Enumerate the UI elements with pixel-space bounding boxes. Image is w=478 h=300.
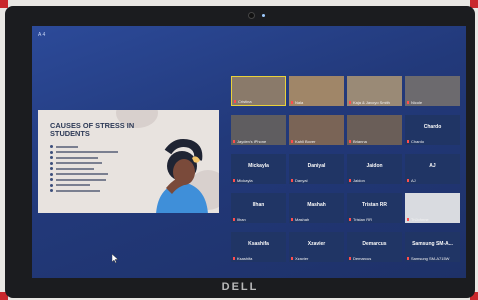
participant-center-name: Demarcus [362, 241, 387, 247]
bullet-text-blur [56, 184, 90, 187]
participant-name-label: Samsung SM-A715W [407, 256, 449, 261]
participant-name-label: Demarcus [349, 256, 371, 261]
participant-name-label: Mickayla [233, 178, 253, 183]
participant-tile[interactable]: Daniyal Danyal [289, 154, 344, 184]
participant-center-name: Samsung SM-A... [412, 241, 453, 247]
bullet-dot-icon [50, 189, 53, 193]
participant-tile[interactable]: Kaja & Javoyo Smith [347, 76, 402, 106]
participant-tile[interactable]: Ksashifa Ksashifa [231, 232, 286, 262]
participant-center-name: Chardo [423, 124, 442, 130]
bullet-text-blur [56, 173, 108, 176]
bullet-dot-icon [50, 145, 53, 149]
participant-tile[interactable]: Mickayla Mickayla [231, 154, 286, 184]
participant-name-label: Jayden's iPhone [233, 139, 266, 144]
participant-tile[interactable]: Ilhan Ilhan [231, 193, 286, 223]
participant-grid: Cristina Nala Kaja & Javoyo Smith Nicole Jay… [231, 76, 463, 272]
participant-name-label: Xzavier [291, 256, 308, 261]
participant-name-label: Tristan RR [349, 217, 372, 222]
participant-center-name: Daniyal [307, 163, 326, 169]
slide-bullet [50, 188, 118, 194]
participant-tile[interactable]: Tristan RR Tristan RR [347, 193, 402, 223]
participant-name-label: Danyal [291, 178, 307, 183]
participant-name-label: Ilhan [233, 217, 246, 222]
slide-title: CAUSES OF STRESS IN STUDENTS [50, 121, 135, 138]
participant-tile[interactable]: AJ AJ [405, 154, 460, 184]
slide-bullet-list [50, 144, 118, 194]
participant-tile[interactable]: TriJohnne [405, 193, 460, 223]
participant-name-label: Ksashifa [233, 256, 252, 261]
participant-center-name: Xzavier [307, 241, 326, 247]
participant-tile[interactable]: Nicole [405, 76, 460, 106]
dell-logo: DELL [221, 281, 259, 293]
laptop: A 4 CAUSES OF STRESS IN STUDENTS Cristin… [5, 6, 475, 298]
stressed-student-illustration [156, 139, 208, 213]
bullet-dot-icon [50, 161, 53, 165]
participant-name-label: Cristina [234, 99, 252, 104]
participant-name-label: Mashah [291, 217, 309, 222]
participant-tile[interactable]: Kahli Bover [289, 115, 344, 145]
participant-center-name: Mashah [307, 202, 326, 208]
participant-center-name: Mickayla [248, 163, 269, 169]
bullet-text-blur [56, 167, 94, 170]
participant-center-name: Ilhan [252, 202, 265, 208]
bullet-text-blur [56, 145, 78, 148]
bullet-text-blur [56, 178, 106, 181]
bullet-dot-icon [50, 183, 53, 187]
participant-name-label: Nala [291, 100, 303, 105]
participant-tile[interactable]: Xzavier Xzavier [289, 232, 344, 262]
meeting-top-label: A 4 [38, 32, 46, 38]
participant-tile[interactable]: Demarcus Demarcus [347, 232, 402, 262]
participant-name-label: Kaja & Javoyo Smith [349, 100, 390, 105]
participant-tile[interactable]: Jaidon Jaidon [347, 154, 402, 184]
laptop-screen: A 4 CAUSES OF STRESS IN STUDENTS Cristin… [32, 26, 466, 278]
bullet-dot-icon [50, 167, 53, 171]
bullet-text-blur [56, 156, 98, 159]
bullet-text-blur [56, 189, 100, 192]
mouse-cursor-icon [112, 254, 118, 263]
participant-tile[interactable]: Nala [289, 76, 344, 106]
participant-center-name: Tristan RR [361, 202, 387, 208]
participant-tile[interactable]: Mashah Mashah [289, 193, 344, 223]
participant-name-label: Jaidon [349, 178, 365, 183]
corner-mark [0, 0, 8, 8]
participant-tile[interactable]: Chardo Chardo [405, 115, 460, 145]
bullet-dot-icon [50, 178, 53, 182]
webcam [248, 12, 255, 19]
webcam-light [262, 14, 265, 17]
participant-name-label: Kahli Bover [291, 139, 315, 144]
participant-tile[interactable]: Jayden's iPhone [231, 115, 286, 145]
participant-center-name: Jaidon [366, 163, 383, 169]
participant-name-label: Brianna [349, 139, 367, 144]
participant-tile[interactable]: Brianna [347, 115, 402, 145]
shared-slide: CAUSES OF STRESS IN STUDENTS [38, 110, 219, 213]
participant-name-label: AJ [407, 178, 416, 183]
bullet-text-blur [56, 162, 102, 165]
participant-name-label: Nicole [407, 100, 422, 105]
bullet-dot-icon [50, 156, 53, 160]
participant-name-label: Chardo [407, 139, 424, 144]
participant-name-label: TriJohnne [407, 217, 429, 222]
bullet-text-blur [56, 151, 118, 154]
bullet-dot-icon [50, 150, 53, 154]
participant-tile[interactable]: Cristina [231, 76, 286, 106]
participant-center-name: AJ [429, 163, 436, 169]
bullet-dot-icon [50, 172, 53, 176]
participant-tile[interactable]: Samsung SM-A... Samsung SM-A715W [405, 232, 460, 262]
participant-center-name: Ksashifa [248, 241, 269, 247]
